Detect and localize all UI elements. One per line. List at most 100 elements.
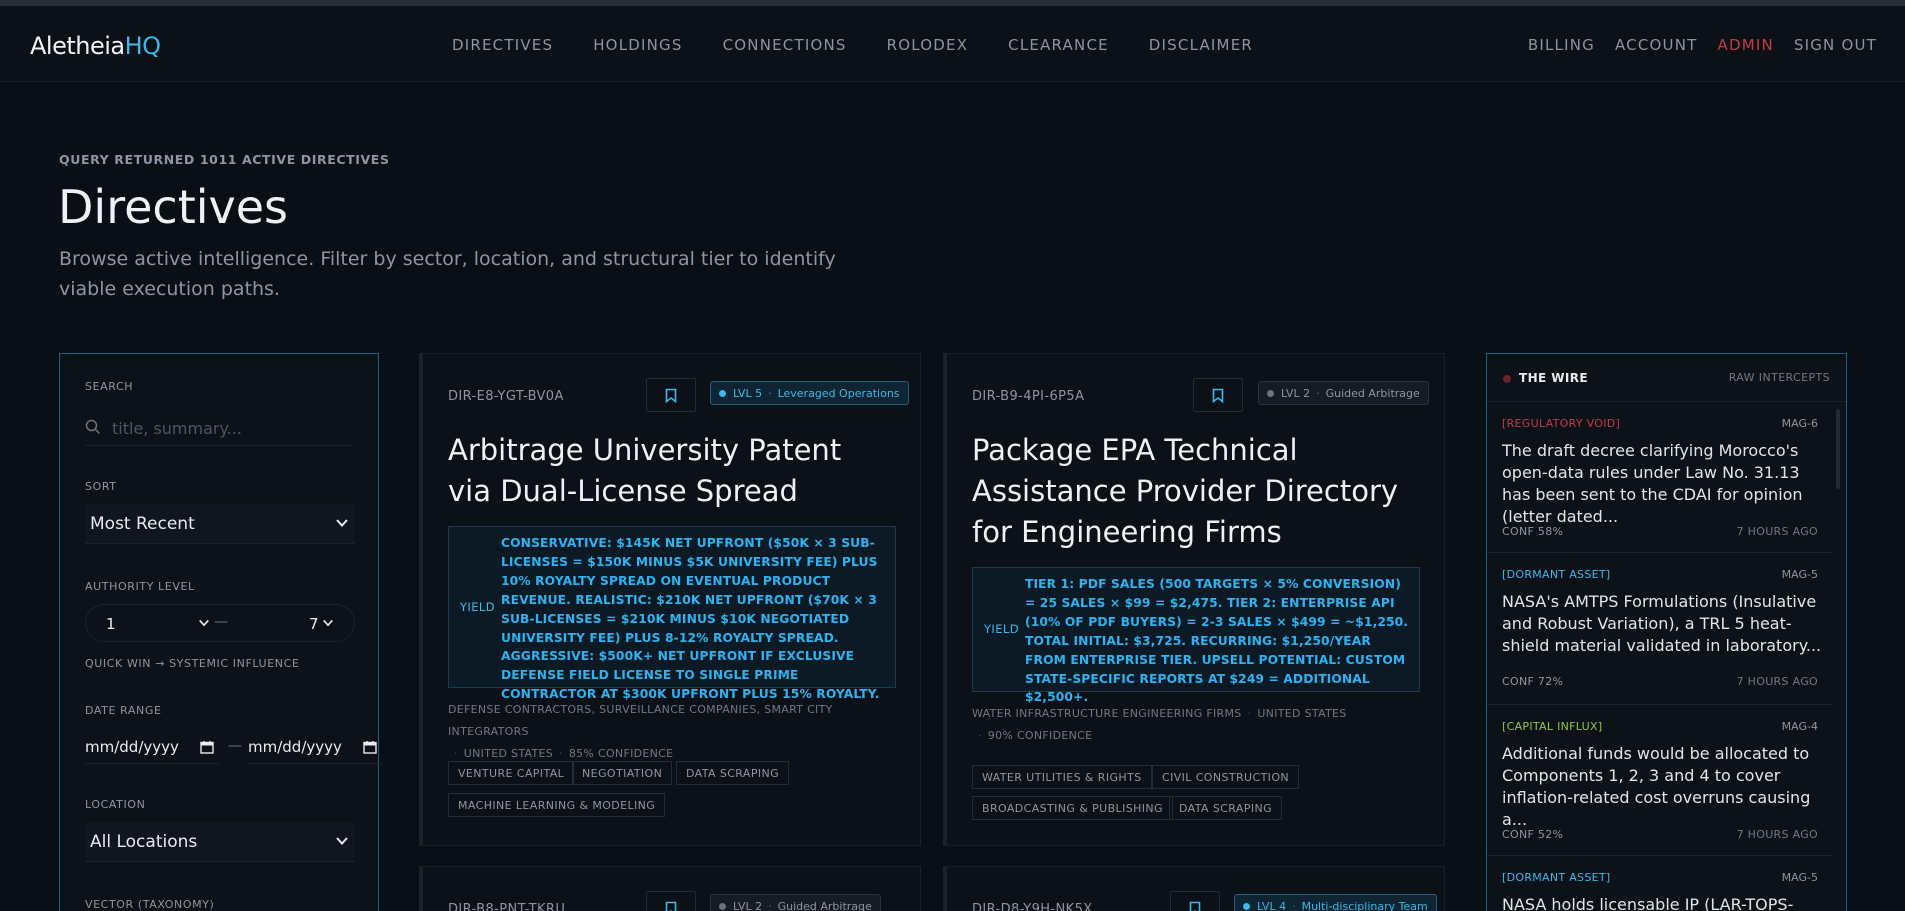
tag[interactable]: BROADCASTING & PUBLISHING — [972, 796, 1173, 820]
nav-sign-out[interactable]: SIGN OUT — [1794, 36, 1877, 54]
wire-confidence: CONF 58% — [1502, 525, 1564, 538]
tier-value: Leveraged Operations — [777, 386, 900, 400]
wire-text: Additional funds would be allocated to C… — [1502, 744, 1811, 829]
date-to-input[interactable]: mm/dd/yyyy — [248, 732, 383, 764]
bookmark-button[interactable] — [646, 891, 696, 911]
location-value: All Locations — [90, 831, 198, 852]
level-separator: · — [768, 899, 772, 911]
tier-value: Multi-disciplinary Team — [1301, 899, 1428, 911]
tag[interactable]: NEGOTIATION — [572, 761, 673, 785]
nav-disclaimer[interactable]: DISCLAIMER — [1149, 36, 1253, 54]
calendar-icon[interactable] — [363, 740, 377, 754]
meta-location: UNITED STATES — [1257, 707, 1347, 720]
yield-label: YIELD — [984, 622, 1019, 636]
directive-card[interactable]: DIR-E8-YGT-BV0A LVL 5 · Leveraged Operat… — [419, 353, 921, 846]
date-range-label: DATE RANGE — [85, 704, 162, 717]
account-nav: BILLING ACCOUNT ADMIN SIGN OUT — [1508, 36, 1877, 54]
bookmark-button[interactable] — [1193, 378, 1243, 412]
raw-intercepts-link[interactable]: RAW INTERCEPTS — [1729, 371, 1830, 384]
level-value: LVL 2 — [733, 899, 763, 911]
logo-suffix: HQ — [124, 32, 161, 60]
level-separator: · — [1316, 386, 1320, 400]
tier-value: Guided Arbitrage — [777, 899, 872, 911]
bookmark-button[interactable] — [646, 378, 696, 412]
bookmark-button[interactable] — [1170, 891, 1220, 911]
range-dash: — — [214, 614, 228, 630]
calendar-icon[interactable] — [200, 740, 214, 754]
directive-card[interactable]: DIR-D8-Y9H-NK5X LVL 4 · Multi-disciplina… — [943, 866, 1445, 911]
directive-card[interactable]: DIR-B9-4PI-6P5A LVL 2 · Guided Arbitrage… — [943, 353, 1445, 846]
yield-box: YIELD TIER 1: PDF SALES (500 TARGETS × 5… — [972, 567, 1420, 704]
chevron-down-icon — [336, 837, 348, 845]
wire-category: [DORMANT ASSET] — [1502, 568, 1611, 581]
wire-panel: THE WIRE RAW INTERCEPTS [REGULATORY VOID… — [1486, 353, 1847, 911]
level-value: LVL 5 — [733, 386, 763, 400]
directive-meta: DEFENSE CONTRACTORS, SURVEILLANCE COMPAN… — [448, 699, 908, 765]
live-indicator — [1503, 375, 1511, 383]
wire-confidence: CONF 72% — [1502, 675, 1564, 688]
chevron-down-icon — [323, 619, 333, 627]
nav-billing[interactable]: BILLING — [1528, 36, 1595, 54]
tag[interactable]: CIVIL CONSTRUCTION — [1152, 765, 1300, 789]
tag[interactable]: VENTURE CAPITAL — [448, 761, 575, 785]
directive-title[interactable]: Arbitrage University Patent via Dual-Lic… — [448, 430, 888, 512]
directive-card[interactable]: DIR-B8-PNT-TKRU LVL 2 · Guided Arbitrage — [419, 866, 921, 911]
chevron-down-icon — [336, 519, 348, 527]
authority-max-select[interactable]: 7 — [309, 615, 319, 633]
location-select[interactable]: All Locations — [85, 822, 355, 862]
tag[interactable]: WATER UTILITIES & RIGHTS — [972, 765, 1152, 789]
main-nav: DIRECTIVES HOLDINGS CONNECTIONS ROLODEX … — [452, 36, 1293, 54]
search-input[interactable] — [112, 414, 347, 442]
wire-time: 7 HOURS AGO — [1736, 675, 1818, 688]
meta-sector: DEFENSE CONTRACTORS, SURVEILLANCE COMPAN… — [448, 703, 833, 738]
level-separator: · — [1292, 899, 1296, 911]
tag[interactable]: MACHINE LEARNING & MODELING — [448, 793, 666, 817]
nav-account[interactable]: ACCOUNT — [1615, 36, 1698, 54]
tag[interactable]: DATA SCRAPING — [1169, 796, 1283, 820]
nav-clearance[interactable]: CLEARANCE — [1008, 36, 1109, 54]
meta-confidence: 85% CONFIDENCE — [568, 747, 674, 760]
search-icon — [85, 419, 101, 435]
wire-header: THE WIRE RAW INTERCEPTS — [1487, 354, 1846, 402]
wire-item[interactable]: [DORMANT ASSET] MAG-5 NASA holds licensa… — [1487, 856, 1833, 911]
yield-text: TIER 1: PDF SALES (500 TARGETS × 5% CONV… — [1025, 577, 1409, 705]
bookmark-icon — [665, 388, 677, 403]
nav-holdings[interactable]: HOLDINGS — [593, 36, 682, 54]
tag[interactable]: DATA SCRAPING — [676, 761, 790, 785]
meta-separator: · — [978, 729, 982, 742]
date-from-input[interactable]: mm/dd/yyyy — [85, 732, 220, 764]
level-badge: LVL 4 · Multi-disciplinary Team — [1234, 894, 1437, 911]
authority-min-select[interactable]: 1 — [106, 615, 116, 633]
authority-hint: QUICK WIN → SYSTEMIC INFLUENCE — [85, 657, 300, 670]
search-label: SEARCH — [85, 380, 134, 393]
search-box — [85, 412, 353, 446]
nav-connections[interactable]: CONNECTIONS — [723, 36, 847, 54]
sort-label: SORT — [85, 480, 117, 493]
wire-item[interactable]: [CAPITAL INFLUX] MAG-4 Additional funds … — [1487, 705, 1833, 856]
directive-id: DIR-E8-YGT-BV0A — [448, 389, 564, 404]
wire-item[interactable]: [REGULATORY VOID] MAG-6 The draft decree… — [1487, 402, 1833, 553]
date-range: mm/dd/yyyy — mm/dd/yyyy — [85, 732, 385, 764]
directive-title[interactable]: Package EPA Technical Assistance Provide… — [972, 430, 1432, 553]
result-count: QUERY RETURNED 1011 ACTIVE DIRECTIVES — [59, 152, 390, 167]
wire-scrollbar[interactable] — [1836, 409, 1840, 489]
page-subtitle: Browse active intelligence. Filter by se… — [59, 248, 836, 300]
directive-meta: WATER INFRASTRUCTURE ENGINEERING FIRMS · U… — [972, 703, 1432, 747]
nav-rolodex[interactable]: ROLODEX — [887, 36, 969, 54]
wire-title: THE WIRE — [1519, 371, 1588, 385]
nav-admin[interactable]: ADMIN — [1717, 36, 1773, 54]
level-dot — [719, 389, 726, 397]
filter-sidebar: SEARCH SORT Most Recent AUTHORITY LEVEL … — [59, 353, 383, 911]
meta-sector: WATER INFRASTRUCTURE ENGINEERING FIRMS — [972, 707, 1242, 720]
nav-directives[interactable]: DIRECTIVES — [452, 36, 553, 54]
wire-item[interactable]: [DORMANT ASSET] MAG-5 NASA's AMTPS Formu… — [1487, 553, 1833, 705]
top-nav: AletheiaHQ DIRECTIVES HOLDINGS CONNECTIO… — [0, 6, 1905, 82]
logo[interactable]: AletheiaHQ — [30, 32, 161, 60]
wire-code: MAG-6 — [1781, 417, 1818, 430]
sort-select[interactable]: Most Recent — [85, 504, 355, 544]
wire-category: [DORMANT ASSET] — [1502, 871, 1611, 884]
bookmark-icon — [665, 901, 677, 911]
wire-time: 7 HOURS AGO — [1736, 828, 1818, 841]
meta-separator: · — [454, 747, 458, 760]
page-title: Directives — [58, 180, 288, 234]
